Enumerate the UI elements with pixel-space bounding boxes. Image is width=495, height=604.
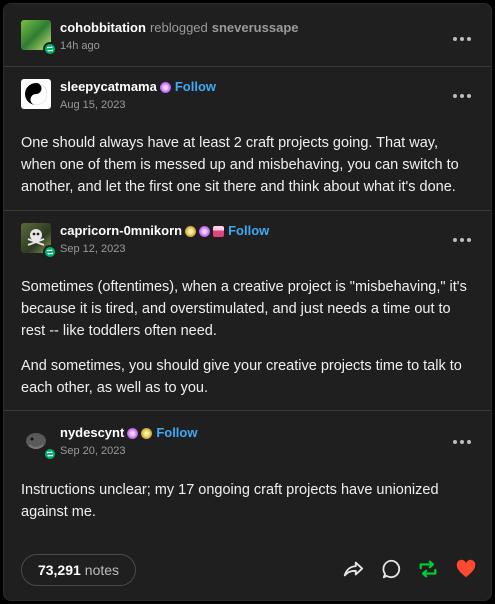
avatar[interactable] <box>21 20 57 56</box>
post-author[interactable]: nydescynt <box>60 425 124 441</box>
reblog-badge-icon <box>43 42 57 56</box>
reblog-badge-icon <box>43 245 57 259</box>
post-date: Sep 12, 2023 <box>60 243 126 255</box>
badge-icon <box>185 225 197 237</box>
reblogger-name[interactable]: cohobbitation <box>60 20 146 36</box>
reblog-icon[interactable] <box>417 558 439 585</box>
reblog-post-card: cohobbitation reblogged sneverussape 14h… <box>3 3 492 601</box>
reply-icon[interactable] <box>381 558 403 585</box>
avatar[interactable] <box>21 425 57 461</box>
reblog-header: cohobbitation reblogged sneverussape 14h… <box>21 20 299 56</box>
more-options-icon[interactable] <box>453 93 471 99</box>
post-author[interactable]: sleepycatmama <box>60 79 157 95</box>
more-options-icon[interactable] <box>453 439 471 445</box>
post-body: One should always have at least 2 craft … <box>21 135 459 195</box>
follow-button[interactable]: Follow <box>175 79 216 95</box>
post-body: Instructions unclear; my 17 ongoing craf… <box>21 482 439 520</box>
post-date: Sep 20, 2023 <box>60 445 126 457</box>
badge-icon <box>199 225 211 237</box>
follow-button[interactable]: Follow <box>156 425 197 441</box>
post-body: And sometimes, you should give your crea… <box>21 358 462 396</box>
reblog-action-text: reblogged <box>149 20 208 35</box>
divider <box>4 410 491 411</box>
avatar[interactable] <box>21 79 51 109</box>
badge-icon <box>127 427 139 439</box>
more-options-icon[interactable] <box>453 36 471 42</box>
more-options-icon[interactable] <box>453 237 471 243</box>
like-heart-icon[interactable] <box>455 558 477 585</box>
post-author[interactable]: capricorn-0mnikorn <box>60 223 182 239</box>
follow-button[interactable]: Follow <box>228 223 269 239</box>
post-header-sleepycatmama: sleepycatmama Follow Aug 15, 2023 <box>21 79 216 112</box>
reblog-time: 14h ago <box>60 40 100 52</box>
post-header-nydescynt: nydescynt Follow Sep 20, 2023 <box>21 425 197 461</box>
avatar[interactable] <box>21 223 57 259</box>
badge-icon <box>213 225 225 237</box>
post-body: Sometimes (oftentimes), when a creative … <box>21 279 467 339</box>
notes-label: notes <box>84 562 120 578</box>
divider <box>4 210 491 211</box>
reblog-source-name[interactable]: sneverussape <box>212 20 299 36</box>
notes-count: 73,291 <box>37 562 81 578</box>
divider <box>4 66 491 67</box>
badge-icon <box>159 81 171 93</box>
post-date: Aug 15, 2023 <box>60 99 126 111</box>
reblog-badge-icon <box>43 447 57 461</box>
share-icon[interactable] <box>342 558 364 585</box>
notes-count-button[interactable]: 73,291 notes <box>21 554 136 586</box>
badge-icon <box>141 427 153 439</box>
post-header-capricorn: capricorn-0mnikorn Follow Sep 12, 2023 <box>21 223 269 259</box>
